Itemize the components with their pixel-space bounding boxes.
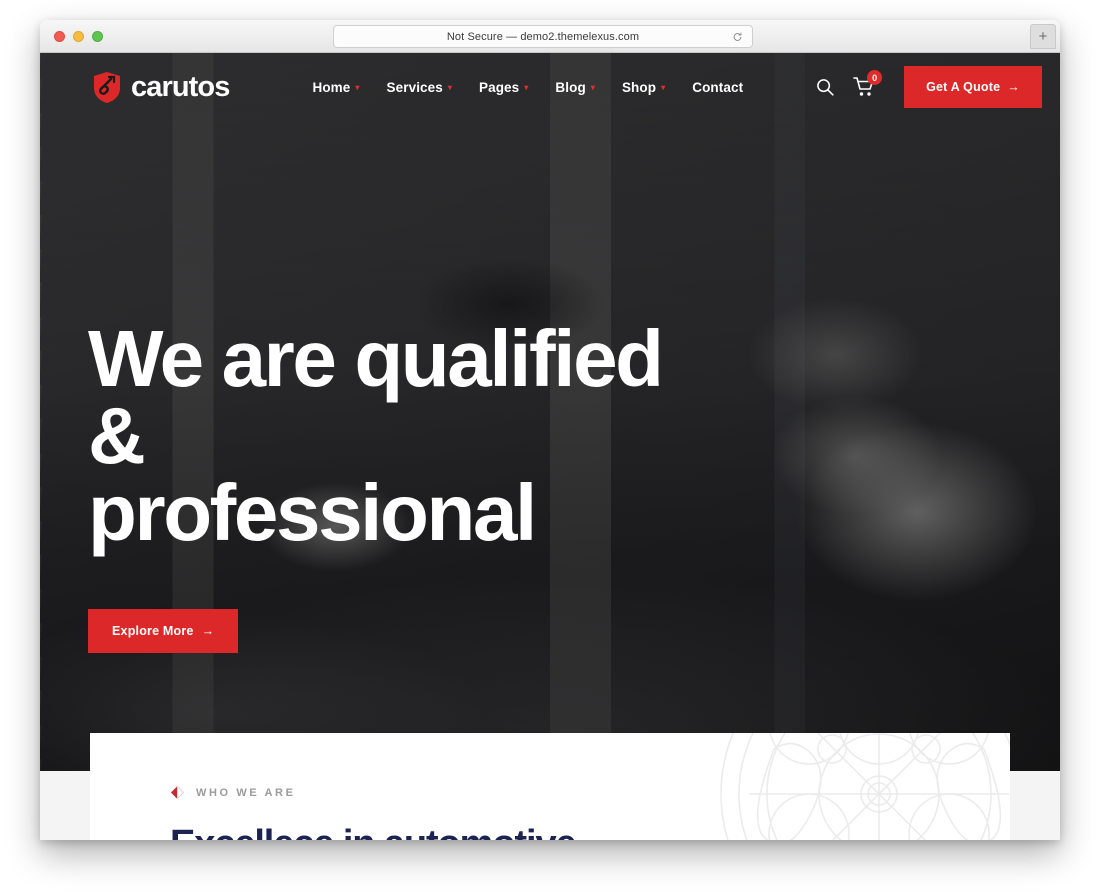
chevron-down-icon: ▾ xyxy=(447,83,452,92)
nav-label: Contact xyxy=(692,79,744,95)
diamond-split-icon xyxy=(170,785,185,800)
header-actions: 0 Get A Quote → xyxy=(815,66,1042,108)
nav-item-shop[interactable]: Shop ▾ xyxy=(622,80,665,95)
nav-item-blog[interactable]: Blog ▾ xyxy=(555,80,595,95)
nav-label: Home xyxy=(312,79,351,95)
address-bar[interactable]: Not Secure — demo2.themelexus.com xyxy=(333,25,753,48)
about-title: Excellece in automotive xyxy=(170,823,1010,840)
site-header: carutos Home ▾ Services ▾ Pages ▾ Blog ▾… xyxy=(40,53,1060,121)
hero-section: carutos Home ▾ Services ▾ Pages ▾ Blog ▾… xyxy=(40,53,1060,771)
nav-item-pages[interactable]: Pages ▾ xyxy=(479,80,528,95)
nav-item-home[interactable]: Home ▾ xyxy=(312,80,359,95)
explore-label: Explore More xyxy=(112,624,194,639)
close-window-button[interactable] xyxy=(54,31,65,42)
chevron-down-icon: ▾ xyxy=(355,83,360,92)
nav-label: Services xyxy=(386,79,443,95)
about-eyebrow: WHO WE ARE xyxy=(170,785,1010,800)
chevron-down-icon: ▾ xyxy=(590,83,595,92)
brand-name: carutos xyxy=(131,70,230,103)
get-a-quote-button[interactable]: Get A Quote → xyxy=(904,66,1042,108)
search-icon[interactable] xyxy=(815,77,835,97)
nav-item-services[interactable]: Services ▾ xyxy=(387,80,452,95)
browser-titlebar: Not Secure — demo2.themelexus.com + xyxy=(40,20,1060,53)
browser-window: Not Secure — demo2.themelexus.com + caru… xyxy=(40,20,1060,840)
cart-button[interactable]: 0 xyxy=(853,70,883,98)
chevron-down-icon: ▾ xyxy=(661,83,666,92)
cart-count-badge: 0 xyxy=(867,70,883,85)
hero-content: We are qualified & professional Explore … xyxy=(88,319,728,654)
new-tab-button[interactable]: + xyxy=(1030,24,1056,49)
nav-item-contact[interactable]: Contact xyxy=(692,80,743,95)
chevron-down-icon: ▾ xyxy=(524,83,529,92)
hero-title-line-1: We are qualified & xyxy=(88,314,664,480)
nav-label: Blog xyxy=(555,79,586,95)
maximize-window-button[interactable] xyxy=(92,31,103,42)
arrow-right-icon: → xyxy=(1007,80,1020,94)
quote-label: Get A Quote xyxy=(926,80,1001,94)
window-controls xyxy=(54,31,103,42)
hero-title: We are qualified & professional xyxy=(88,319,728,553)
minimize-window-button[interactable] xyxy=(73,31,84,42)
nav-label: Shop xyxy=(621,79,657,95)
arrow-right-icon: → xyxy=(201,624,215,639)
explore-more-button[interactable]: Explore More → xyxy=(88,609,239,654)
about-content: WHO WE ARE Excellece in automotive xyxy=(90,733,1010,840)
url-text: Not Secure — demo2.themelexus.com xyxy=(446,30,640,43)
site-logo[interactable]: carutos xyxy=(92,70,230,104)
main-navigation: Home ▾ Services ▾ Pages ▾ Blog ▾ Shop ▾ … xyxy=(312,80,743,95)
about-eyebrow-text: WHO WE ARE xyxy=(196,786,296,799)
hero-title-line-2: professional xyxy=(88,467,537,557)
nav-label: Pages xyxy=(479,79,520,95)
shield-wrench-icon xyxy=(92,71,122,104)
page-viewport: carutos Home ▾ Services ▾ Pages ▾ Blog ▾… xyxy=(40,53,1060,840)
reload-icon[interactable] xyxy=(732,31,743,42)
about-card: WHO WE ARE Excellece in automotive xyxy=(90,733,1010,840)
